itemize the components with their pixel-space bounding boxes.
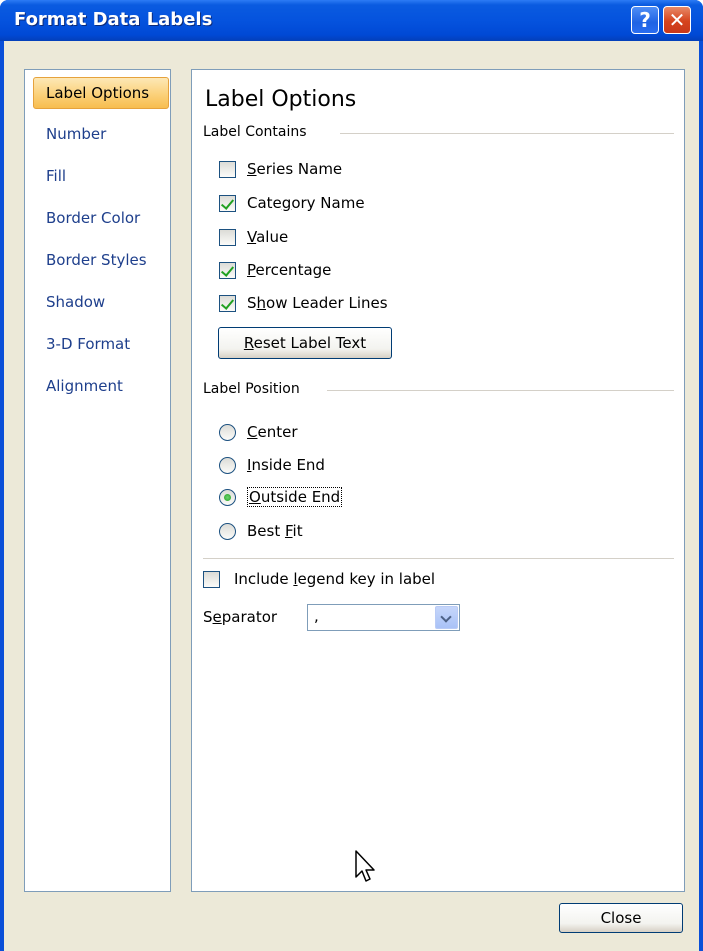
nav-item-label: 3-D Format — [46, 335, 131, 353]
category-list: Label Options Number Fill Border Color B… — [24, 69, 171, 892]
radio-label: Best Fit — [247, 522, 303, 540]
panel-title: Label Options — [205, 87, 357, 112]
checkbox-box[interactable] — [219, 294, 236, 312]
checkbox-label: Percentage — [247, 261, 332, 279]
checkbox-label: Category Name — [247, 194, 365, 212]
nav-item-alignment[interactable]: Alignment — [33, 371, 169, 403]
nav-item-shadow[interactable]: Shadow — [33, 287, 169, 319]
checkbox-label: Series Name — [247, 160, 343, 178]
percentage-checkbox[interactable]: Percentage — [219, 259, 331, 281]
radio-label: Outside End — [247, 487, 343, 507]
nav-item-border-styles[interactable]: Border Styles — [33, 245, 169, 277]
nav-item-label: Border Color — [46, 209, 141, 227]
nav-item-label: Label Options — [46, 84, 150, 102]
radio-button[interactable] — [219, 522, 236, 540]
help-icon: ? — [639, 8, 651, 32]
checkbox-box[interactable] — [203, 570, 220, 588]
nav-item-label: Fill — [46, 167, 67, 185]
nav-item-label: Shadow — [46, 293, 106, 311]
checkbox-box[interactable] — [219, 228, 236, 246]
divider — [327, 390, 674, 391]
window-frame-right — [699, 41, 703, 951]
radio-label: Center — [247, 423, 298, 441]
reset-label-text-button[interactable]: Reset Label Text — [218, 327, 392, 359]
series-name-checkbox[interactable]: Series Name — [219, 158, 342, 180]
value-checkbox[interactable]: Value — [219, 226, 288, 248]
label-contains-heading: Label Contains — [203, 124, 307, 140]
checkbox-label: Show Leader Lines — [247, 294, 388, 312]
radio-button[interactable] — [219, 456, 236, 474]
checkbox-box[interactable] — [219, 160, 236, 178]
options-panel: Label Options Label Contains Series Name… — [191, 69, 685, 892]
separator-label: Separator — [203, 608, 278, 626]
close-icon: ✕ — [668, 8, 686, 32]
nav-item-3d-format[interactable]: 3-D Format — [33, 329, 169, 361]
close-button[interactable]: Close — [559, 903, 683, 933]
nav-item-label-options[interactable]: Label Options — [33, 77, 169, 109]
nav-item-number[interactable]: Number — [33, 119, 169, 151]
close-button-label: Close — [600, 909, 642, 927]
radio-best-fit[interactable]: Best Fit — [219, 520, 303, 542]
checkbox-box[interactable] — [219, 194, 236, 212]
dialog-title: Format Data Labels — [14, 9, 213, 30]
nav-item-label: Alignment — [46, 377, 123, 395]
radio-outside-end[interactable]: Outside End — [219, 486, 343, 508]
radio-label: Inside End — [247, 456, 325, 474]
include-legend-key-checkbox[interactable]: Include legend key in label — [203, 568, 435, 590]
nav-item-border-color[interactable]: Border Color — [33, 203, 169, 235]
divider — [340, 133, 674, 134]
checkbox-label: Value — [247, 228, 289, 246]
radio-center[interactable]: Center — [219, 421, 298, 443]
help-button[interactable]: ? — [631, 6, 659, 34]
label-position-heading: Label Position — [203, 381, 300, 397]
title-bar[interactable]: Format Data Labels ? ✕ — [0, 0, 703, 41]
category-name-checkbox[interactable]: Category Name — [219, 192, 365, 214]
radio-button[interactable] — [219, 488, 236, 506]
divider — [203, 558, 674, 559]
nav-item-label: Border Styles — [46, 251, 147, 269]
nav-item-fill[interactable]: Fill — [33, 161, 169, 193]
checkbox-label: Include legend key in label — [234, 570, 436, 588]
close-window-button[interactable]: ✕ — [663, 6, 691, 34]
show-leader-lines-checkbox[interactable]: Show Leader Lines — [219, 292, 388, 314]
radio-button[interactable] — [219, 423, 236, 441]
separator-value: , — [314, 607, 319, 625]
nav-item-label: Number — [46, 125, 107, 143]
radio-inside-end[interactable]: Inside End — [219, 454, 325, 476]
checkbox-box[interactable] — [219, 261, 236, 279]
separator-dropdown[interactable]: , — [307, 604, 460, 631]
mouse-cursor-icon — [355, 850, 375, 882]
chevron-down-icon[interactable] — [435, 606, 458, 629]
